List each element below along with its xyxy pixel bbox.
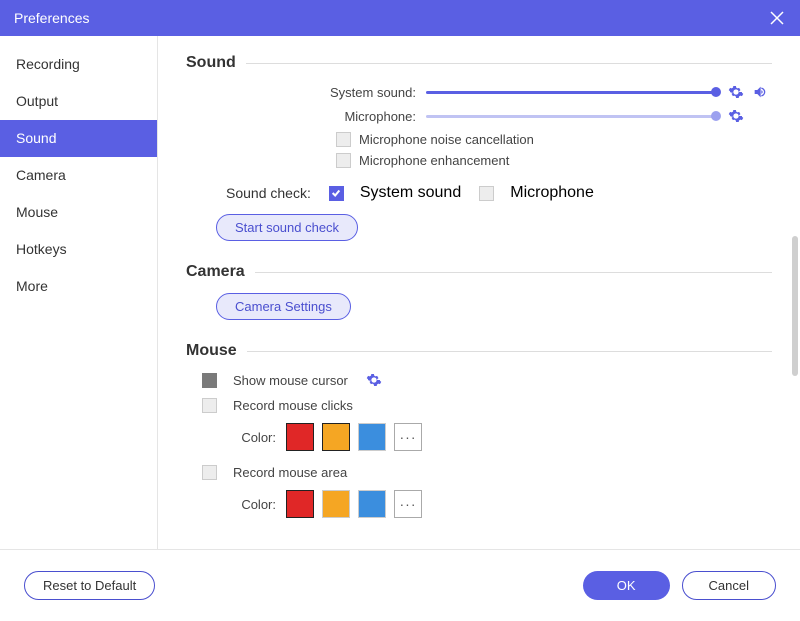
color-swatch-red[interactable] [286,423,314,451]
soundcheck-mic-checkbox[interactable] [479,186,494,201]
color-swatch-blue[interactable] [358,490,386,518]
system-sound-label: System sound: [186,85,426,100]
color-more-button[interactable]: ··· [394,423,422,451]
sound-check-label: Sound check: [226,185,311,201]
close-icon[interactable] [768,9,786,27]
gear-icon[interactable] [728,108,744,124]
record-clicks-label: Record mouse clicks [233,398,353,413]
sidebar-item-camera[interactable]: Camera [0,157,157,194]
record-clicks-checkbox[interactable] [202,398,217,413]
sidebar-item-output[interactable]: Output [0,83,157,120]
window-title: Preferences [14,10,89,26]
section-heading-mouse: Mouse [186,342,772,360]
camera-settings-button[interactable]: Camera Settings [216,293,351,320]
soundcheck-mic-label: Microphone [510,184,594,202]
noise-cancellation-checkbox[interactable] [336,132,351,147]
color-swatch-orange[interactable] [322,423,350,451]
section-heading-camera: Camera [186,263,772,281]
heading-text: Sound [186,54,236,72]
sidebar: Recording Output Sound Camera Mouse Hotk… [0,36,158,549]
section-heading-sound: Sound [186,54,772,72]
soundcheck-system-label: System sound [360,184,461,202]
reset-default-button[interactable]: Reset to Default [24,571,155,600]
show-cursor-checkbox[interactable] [202,373,217,388]
sidebar-item-mouse[interactable]: Mouse [0,194,157,231]
sidebar-item-hotkeys[interactable]: Hotkeys [0,231,157,268]
show-cursor-label: Show mouse cursor [233,373,348,388]
gear-icon[interactable] [366,372,382,388]
titlebar: Preferences [0,0,800,36]
sidebar-item-more[interactable]: More [0,268,157,305]
color-swatch-orange[interactable] [322,490,350,518]
ok-button[interactable]: OK [583,571,670,600]
soundcheck-system-checkbox[interactable] [329,186,344,201]
noise-cancellation-label: Microphone noise cancellation [359,132,534,147]
color-swatch-red[interactable] [286,490,314,518]
system-sound-slider[interactable] [426,85,716,99]
scrollbar[interactable] [792,236,798,376]
start-sound-check-button[interactable]: Start sound check [216,214,358,241]
color-more-button[interactable]: ··· [394,490,422,518]
color-swatch-blue[interactable] [358,423,386,451]
footer: Reset to Default OK Cancel [0,549,800,621]
heading-text: Mouse [186,342,237,360]
gear-icon[interactable] [728,84,744,100]
cancel-button[interactable]: Cancel [682,571,776,600]
main-panel: Sound System sound: Microphone: Micropho… [158,36,800,549]
microphone-label: Microphone: [186,109,426,124]
mic-enhancement-checkbox[interactable] [336,153,351,168]
color-label: Color: [226,430,276,445]
sidebar-item-sound[interactable]: Sound [0,120,157,157]
heading-text: Camera [186,263,245,281]
mic-enhancement-label: Microphone enhancement [359,153,509,168]
microphone-slider[interactable] [426,109,716,123]
color-label: Color: [226,497,276,512]
record-area-label: Record mouse area [233,465,347,480]
speaker-icon[interactable] [752,84,768,100]
record-area-checkbox[interactable] [202,465,217,480]
sidebar-item-recording[interactable]: Recording [0,46,157,83]
